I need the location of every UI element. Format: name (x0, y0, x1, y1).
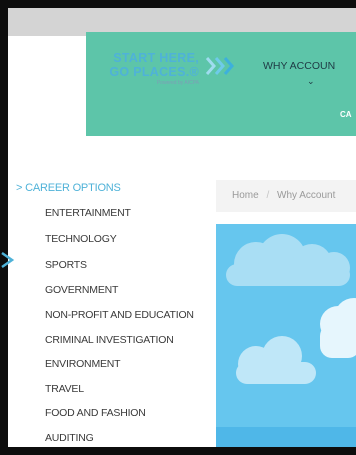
cloud-illustration (226, 234, 356, 384)
sidebar-item-non-profit-and-education[interactable]: NON-PROFIT AND EDUCATION (45, 309, 194, 321)
sidebar-item-environment[interactable]: ENVIRONMENT (45, 358, 121, 370)
chevrons-icon (205, 57, 234, 75)
sidebar-item-food-and-fashion[interactable]: FOOD AND FASHION (45, 407, 146, 419)
breadcrumb-home-link[interactable]: Home (232, 190, 259, 201)
breadcrumb: Home / Why Account (216, 180, 356, 212)
sidebar-item-sports[interactable]: SPORTS (45, 259, 87, 271)
sidebar-item-government[interactable]: GOVERNMENT (45, 284, 118, 296)
logo-line-2: GO PLACES.® (109, 65, 199, 79)
sidebar-item-travel[interactable]: TRAVEL (45, 383, 84, 395)
sidebar-item-technology[interactable]: TECHNOLOGY (45, 233, 117, 245)
breadcrumb-current[interactable]: Why Account (277, 190, 335, 201)
chevron-down-icon[interactable]: ⌄ (307, 76, 315, 87)
hero-image (216, 224, 356, 447)
chevron-right-icon (1, 251, 15, 269)
sidebar-item-auditing[interactable]: AUDITING (45, 432, 94, 444)
sidebar-heading-career-options[interactable]: > CAREER OPTIONS (16, 182, 121, 194)
nav-secondary-item[interactable]: CA (340, 110, 352, 119)
hero-bottom-band (216, 427, 356, 447)
logo-line-1: START HERE, (113, 51, 199, 65)
sidebar-item-entertainment[interactable]: ENTERTAINMENT (45, 207, 131, 219)
logo-subtitle: Powered by AICPA (156, 80, 199, 86)
breadcrumb-separator: / (266, 190, 270, 201)
sidebar-item-criminal-investigation[interactable]: CRIMINAL INVESTIGATION (45, 334, 174, 346)
nav-item-why-accounting[interactable]: WHY ACCOUN (263, 60, 335, 72)
site-logo[interactable]: START HERE, GO PLACES.® Powered by AICPA (90, 48, 245, 96)
